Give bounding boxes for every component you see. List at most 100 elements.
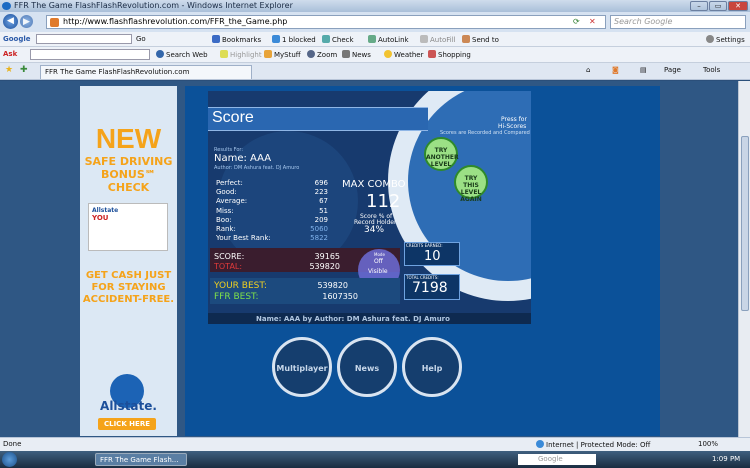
stat-label: Rank: (216, 225, 236, 233)
search-input[interactable]: Search Google (610, 15, 746, 29)
try-another-level-button[interactable]: TRY ANOTHER LEVEL (424, 137, 459, 171)
forward-button[interactable]: ▶ (20, 15, 33, 28)
ask-search-input[interactable] (30, 49, 150, 60)
total-credits-value: 7198 (412, 280, 448, 296)
taskbar-ie-task[interactable]: FFR The Game Flash... (95, 453, 187, 466)
close-button[interactable]: ✕ (728, 1, 748, 11)
shopping-button[interactable]: Shopping (428, 50, 471, 59)
stat-label: Miss: (216, 206, 234, 215)
multiplayer-label: Multiplayer (276, 364, 328, 373)
popup-blocked-button[interactable]: 1 blocked (272, 35, 316, 44)
stat-label: Average: (216, 197, 248, 206)
cart-icon (428, 50, 436, 58)
autolink-button[interactable]: AutoLink (368, 35, 409, 44)
tab-ffr[interactable]: FFR The Game FlashFlashRevolution.com (40, 65, 252, 79)
zoom-button[interactable]: Zoom (307, 50, 337, 59)
stat-value: 5822 (310, 234, 328, 243)
score-title: Score (212, 109, 254, 126)
vertical-scrollbar[interactable] (738, 81, 750, 437)
autofill-icon (420, 35, 428, 43)
allstate-ad[interactable]: NEW SAFE DRIVING BONUS℠ CHECK Allstate YO… (80, 86, 177, 436)
help-label: Help (421, 364, 443, 373)
folder-icon (264, 50, 272, 58)
url-field[interactable]: http://www.flashflashrevolution.com/FFR_… (46, 15, 606, 29)
add-favorite-icon[interactable]: ✚ (20, 65, 28, 75)
clock: 1:09 PM (712, 455, 741, 463)
zoom-level[interactable]: 100% (698, 440, 718, 448)
window-title: FFR The Game FlashFlashRevolution.com - … (14, 1, 293, 10)
multiplayer-button[interactable]: Multiplayer (272, 337, 332, 397)
google-go-button[interactable]: Go (136, 35, 146, 43)
help-button[interactable]: Help (402, 337, 462, 397)
favicon-icon (50, 18, 59, 27)
credits-earned-label: CREDITS EARNED: (406, 243, 443, 248)
back-button[interactable]: ◀ (3, 14, 18, 29)
home-icon[interactable]: ⌂ (586, 66, 590, 74)
news-button[interactable]: News (342, 50, 371, 59)
record-percent: 34% (364, 225, 385, 235)
status-text: Done (3, 440, 22, 448)
your-best-value: 539820 (317, 281, 348, 290)
autofill-button[interactable]: AutoFill (420, 35, 456, 44)
highlight-button[interactable]: Highlight (220, 50, 262, 59)
tools-menu[interactable]: Tools (703, 66, 720, 74)
total-value: 539820 (309, 262, 340, 271)
stat-label: Good: (216, 188, 237, 197)
score-label: SCORE: (214, 252, 245, 261)
toggle-visible: Visible (368, 268, 388, 275)
sun-icon (384, 50, 392, 58)
send-icon (462, 35, 470, 43)
page-menu[interactable]: Page (664, 66, 681, 74)
start-button[interactable] (2, 452, 17, 467)
favorites-star-icon[interactable]: ★ (5, 65, 13, 75)
bookmarks-button[interactable]: Bookmarks (212, 35, 261, 44)
toggle-header: Mode (374, 252, 385, 257)
stop-icon[interactable]: ✕ (589, 17, 596, 26)
scroll-thumb[interactable] (741, 136, 749, 311)
settings-button[interactable]: Settings (706, 35, 745, 44)
ad-click-here-button[interactable]: CLICK HERE (98, 418, 156, 430)
refresh-icon[interactable]: ⟳ (573, 17, 580, 26)
highlight-icon (220, 50, 228, 58)
stat-value: 696 (314, 179, 328, 187)
maximize-button[interactable]: ▭ (709, 1, 727, 11)
taskbar: FFR The Game Flash... Google 1:09 PM (0, 451, 750, 468)
tab-bar: ★ ✚ FFR The Game FlashFlashRevolution.co… (0, 63, 750, 80)
recorded-note: Scores are Recorded and Compared (440, 130, 530, 136)
ad-check-image: Allstate YOU (88, 203, 168, 251)
ad-headline: SAFE DRIVING BONUS℠ CHECK (84, 155, 173, 194)
ie-icon (2, 2, 11, 10)
google-search-input[interactable] (36, 34, 132, 44)
max-combo-value: 112 (366, 191, 401, 212)
ask-logo: Ask (3, 50, 18, 58)
song-author: Author: DM Ashura feat. DJ Amuro (214, 165, 300, 171)
ffr-best-value: 1607350 (322, 292, 358, 301)
print-icon[interactable]: ▤ (640, 66, 647, 74)
globe-icon (536, 440, 544, 448)
player-name: Name: AAA (214, 153, 272, 164)
send-to-button[interactable]: Send to (462, 35, 499, 44)
max-combo-label: MAX COMBO (342, 179, 406, 190)
weather-button[interactable]: Weather (384, 50, 423, 59)
stat-value: 5060 (310, 225, 328, 233)
try-again-button[interactable]: TRY THIS LEVEL AGAIN (454, 165, 488, 203)
rss-icon[interactable]: ◙ (612, 66, 619, 74)
check-button[interactable]: Check (322, 35, 354, 44)
zone-text: Internet | Protected Mode: Off (536, 440, 650, 449)
tab-label: FFR The Game FlashFlashRevolution.com (45, 68, 190, 76)
press-for-label: Press for (501, 116, 527, 123)
autolink-icon (368, 35, 376, 43)
news-game-button[interactable]: News (337, 337, 397, 397)
score-value: 39165 (314, 252, 340, 261)
taskbar-search[interactable]: Google (518, 454, 596, 465)
hiscores-button[interactable]: Hi-Scores (498, 123, 526, 130)
search-web-button[interactable]: Search Web (156, 50, 208, 59)
stat-label: Boo: (216, 215, 232, 224)
check-icon (322, 35, 330, 43)
minimize-button[interactable]: – (690, 1, 708, 11)
score-panel: Score Press for Hi-Scores Scores are Rec… (208, 91, 531, 324)
title-bar: FFR The Game FlashFlashRevolution.com - … (0, 0, 750, 12)
mystuff-button[interactable]: MyStuff (264, 50, 301, 59)
zoom-icon (307, 50, 315, 58)
google-logo: Google (3, 35, 31, 43)
